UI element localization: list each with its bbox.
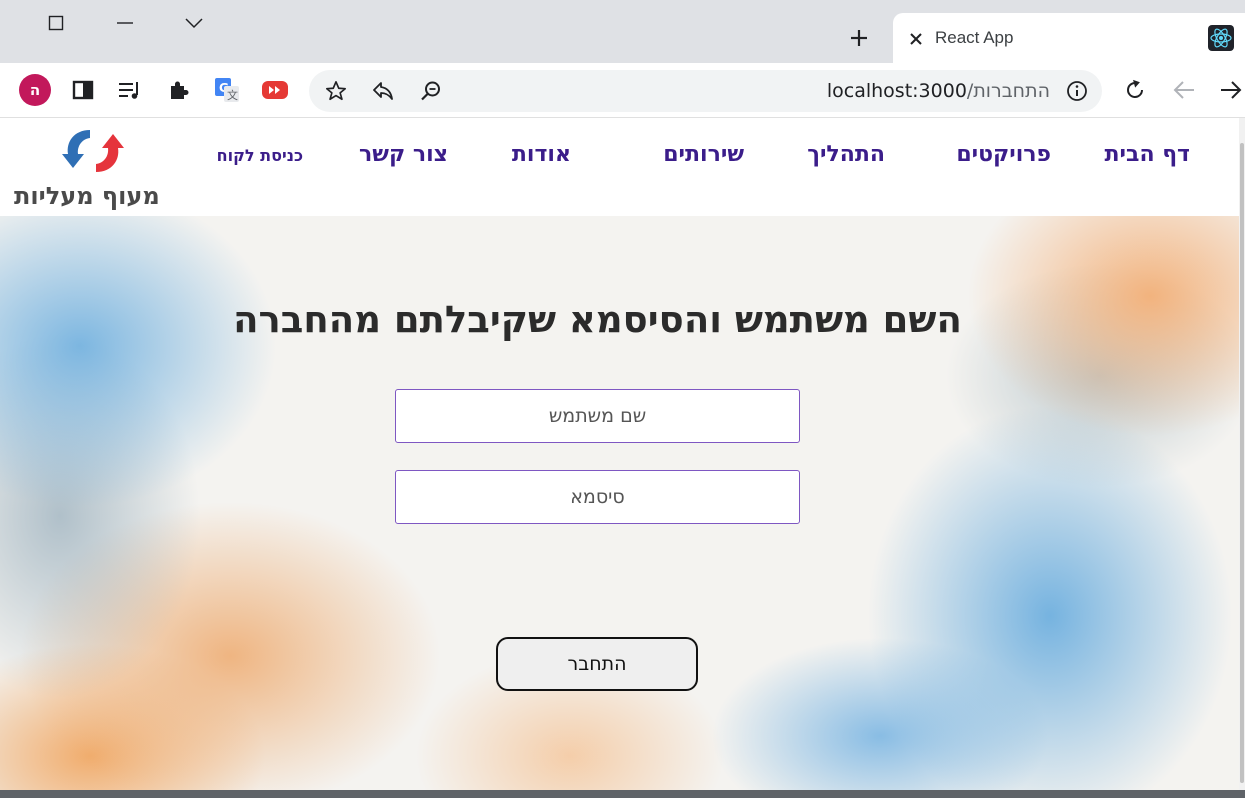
reload-icon[interactable] (1118, 73, 1152, 107)
password-input[interactable] (395, 470, 800, 524)
profile-button[interactable]: ה (18, 73, 52, 107)
nav-client-login[interactable]: כניסת לקוח (217, 146, 303, 165)
nav-about[interactable]: אודות (512, 142, 571, 167)
minimize-icon[interactable] (105, 8, 145, 38)
url-host: localhost:3000 (826, 80, 967, 102)
nav-services[interactable]: שירותים (663, 142, 744, 167)
zoom-icon[interactable] (414, 74, 448, 108)
puzzle-icon[interactable] (162, 73, 196, 107)
tab-title: React App (935, 28, 1014, 47)
new-tab-button[interactable] (843, 22, 875, 54)
tab-close-icon[interactable] (901, 24, 931, 54)
react-icon (1208, 25, 1234, 51)
url-text: localhost:3000/התחברות (827, 80, 1050, 102)
page-title: השם משתמש והסיסמא שקיבלתם מהחברה (233, 298, 962, 341)
svg-text:文: 文 (227, 88, 238, 102)
scrollbar[interactable] (1239, 118, 1245, 790)
forward-icon[interactable] (1214, 73, 1245, 107)
google-translate-icon[interactable]: G文 (210, 73, 244, 107)
elevator-arrows-icon (62, 130, 124, 172)
browser-toolbar: ה G文 localhost:3000/התחברות (0, 63, 1245, 118)
site-header: דף הבית פרויקטים התהליך שירותים אודות צו… (0, 118, 1240, 216)
avatar: ה (19, 74, 51, 106)
tab-search-icon[interactable] (174, 8, 214, 38)
browser-title-bar: React App (0, 0, 1245, 63)
nav-projects[interactable]: פרויקטים (956, 142, 1051, 167)
scrollbar-thumb[interactable] (1240, 143, 1244, 783)
site-logo[interactable]: מעוף מעליות (10, 120, 180, 214)
login-button[interactable]: התחבר (496, 637, 698, 691)
username-input[interactable] (395, 389, 800, 443)
url-path: /התחברות (966, 80, 1050, 102)
plus-icon (851, 30, 867, 46)
back-icon[interactable] (1167, 73, 1201, 107)
nav-contact[interactable]: צור קשר (359, 142, 448, 167)
address-bar[interactable]: localhost:3000/התחברות (309, 70, 1102, 112)
page-viewport: דף הבית פרויקטים התהליך שירותים אודות צו… (0, 118, 1245, 798)
media-playlist-icon[interactable] (113, 73, 147, 107)
sidebar-icon[interactable] (66, 73, 100, 107)
site-info-icon[interactable] (1060, 74, 1094, 108)
browser-tab[interactable]: React App (893, 13, 1245, 63)
share-icon[interactable] (366, 74, 400, 108)
bookmark-star-icon[interactable] (319, 74, 353, 108)
nav-process[interactable]: התהליך (807, 142, 885, 167)
maximize-icon[interactable] (36, 8, 76, 38)
logo-text: מעוף מעליות (14, 182, 160, 210)
youtube-icon[interactable] (258, 73, 292, 107)
window-bottom-edge (0, 790, 1245, 798)
nav-home[interactable]: דף הבית (1105, 142, 1190, 167)
login-hero: השם משתמש והסיסמא שקיבלתם מהחברה התחבר (0, 216, 1240, 790)
